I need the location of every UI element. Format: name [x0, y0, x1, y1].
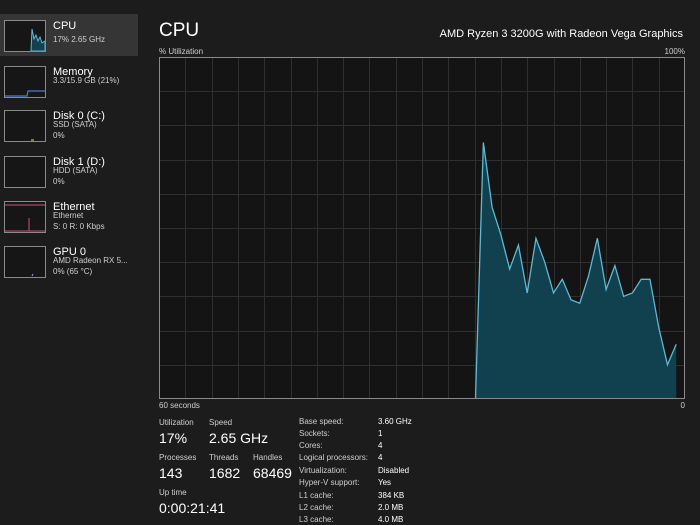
- x-axis-left-label: 60 seconds: [159, 401, 200, 410]
- cpu-utilization-graph: [159, 57, 685, 400]
- spec-value: 4: [378, 441, 383, 450]
- sidebar-item-disk-1[interactable]: Disk 1 (D:) HDD (SATA) 0%: [0, 150, 138, 192]
- sidebar-item-subtitle: Ethernet: [53, 211, 84, 220]
- spec-key: Cores:: [299, 441, 323, 450]
- sidebar-item-disk-0[interactable]: Disk 0 (C:) SSD (SATA) 0%: [0, 104, 138, 146]
- spec-key: L3 cache:: [299, 515, 334, 524]
- y-axis-label: % Utilization: [159, 47, 204, 56]
- spec-value: 3.60 GHz: [378, 417, 412, 426]
- sidebar-item-subtitle: 3.3/15.9 GB (21%): [53, 76, 120, 85]
- sidebar-item-subtitle: HDD (SATA): [53, 166, 98, 175]
- ethernet-thumbnail-graph: [4, 201, 46, 233]
- processes-value: 143: [159, 465, 183, 481]
- sidebar-item-value: S: 0 R: 0 Kbps: [53, 222, 105, 231]
- handles-value: 68469: [253, 465, 292, 481]
- sidebar: CPU 17% 2.65 GHz Memory 3.3/15.9 GB (21%…: [0, 0, 140, 525]
- sidebar-item-subtitle: 17% 2.65 GHz: [53, 35, 106, 44]
- y-axis-max-label: 100%: [664, 47, 685, 56]
- spec-value: 4.0 MB: [378, 515, 404, 524]
- uptime-label: Up time: [159, 488, 187, 497]
- spec-key: Base speed:: [299, 417, 344, 426]
- spec-value: 2.0 MB: [378, 503, 404, 512]
- memory-thumbnail-graph: [4, 66, 46, 98]
- spec-key: L2 cache:: [299, 503, 334, 512]
- uptime-value: 0:00:21:41: [159, 500, 226, 516]
- spec-key: L1 cache:: [299, 491, 334, 500]
- spec-key: Virtualization:: [299, 466, 347, 475]
- sidebar-item-memory[interactable]: Memory 3.3/15.9 GB (21%): [0, 60, 138, 102]
- cpu-model-name: AMD Ryzen 3 3200G with Radeon Vega Graph…: [439, 28, 683, 40]
- utilization-value: 17%: [159, 430, 188, 446]
- spec-key: Sockets:: [299, 429, 330, 438]
- processes-label: Processes: [159, 453, 197, 462]
- speed-label: Speed: [209, 418, 233, 427]
- sidebar-item-value: 0%: [53, 177, 65, 186]
- cpu-thumbnail-graph: [4, 20, 46, 52]
- cpu-performance-panel: CPU AMD Ryzen 3 3200G with Radeon Vega G…: [140, 0, 700, 525]
- spec-value: Yes: [378, 478, 392, 487]
- utilization-label: Utilization: [159, 418, 194, 427]
- spec-key: Hyper-V support:: [299, 478, 360, 487]
- spec-value: 1: [378, 429, 383, 438]
- sidebar-item-title: CPU: [53, 20, 77, 32]
- sidebar-item-cpu[interactable]: CPU 17% 2.65 GHz: [0, 14, 138, 56]
- handles-label: Handles: [253, 453, 283, 462]
- page-title: CPU: [159, 20, 200, 41]
- spec-value: Disabled: [378, 466, 410, 475]
- gpu-0-thumbnail-graph: [4, 246, 46, 278]
- sidebar-item-ethernet[interactable]: Ethernet Ethernet S: 0 R: 0 Kbps: [0, 195, 138, 237]
- x-axis-right-label: 0: [680, 401, 685, 410]
- spec-key: Logical processors:: [299, 453, 368, 462]
- threads-label: Threads: [209, 453, 239, 462]
- cpu-utilization-graph-canvas: [159, 57, 685, 400]
- speed-value: 2.65 GHz: [209, 430, 269, 446]
- spec-value: 384 KB: [378, 491, 405, 500]
- spec-value: 4: [378, 453, 383, 462]
- sidebar-item-subtitle: SSD (SATA): [53, 120, 97, 129]
- sidebar-item-value: 0%: [53, 131, 65, 140]
- threads-value: 1682: [209, 465, 241, 481]
- disk-0-thumbnail-graph: [4, 110, 46, 142]
- sidebar-item-subtitle: AMD Radeon RX 5...: [53, 256, 128, 265]
- disk-1-thumbnail-graph: [4, 156, 46, 188]
- sidebar-item-gpu-0[interactable]: GPU 0 AMD Radeon RX 5... 0% (65 °C): [0, 240, 138, 282]
- sidebar-item-value: 0% (65 °C): [53, 267, 93, 276]
